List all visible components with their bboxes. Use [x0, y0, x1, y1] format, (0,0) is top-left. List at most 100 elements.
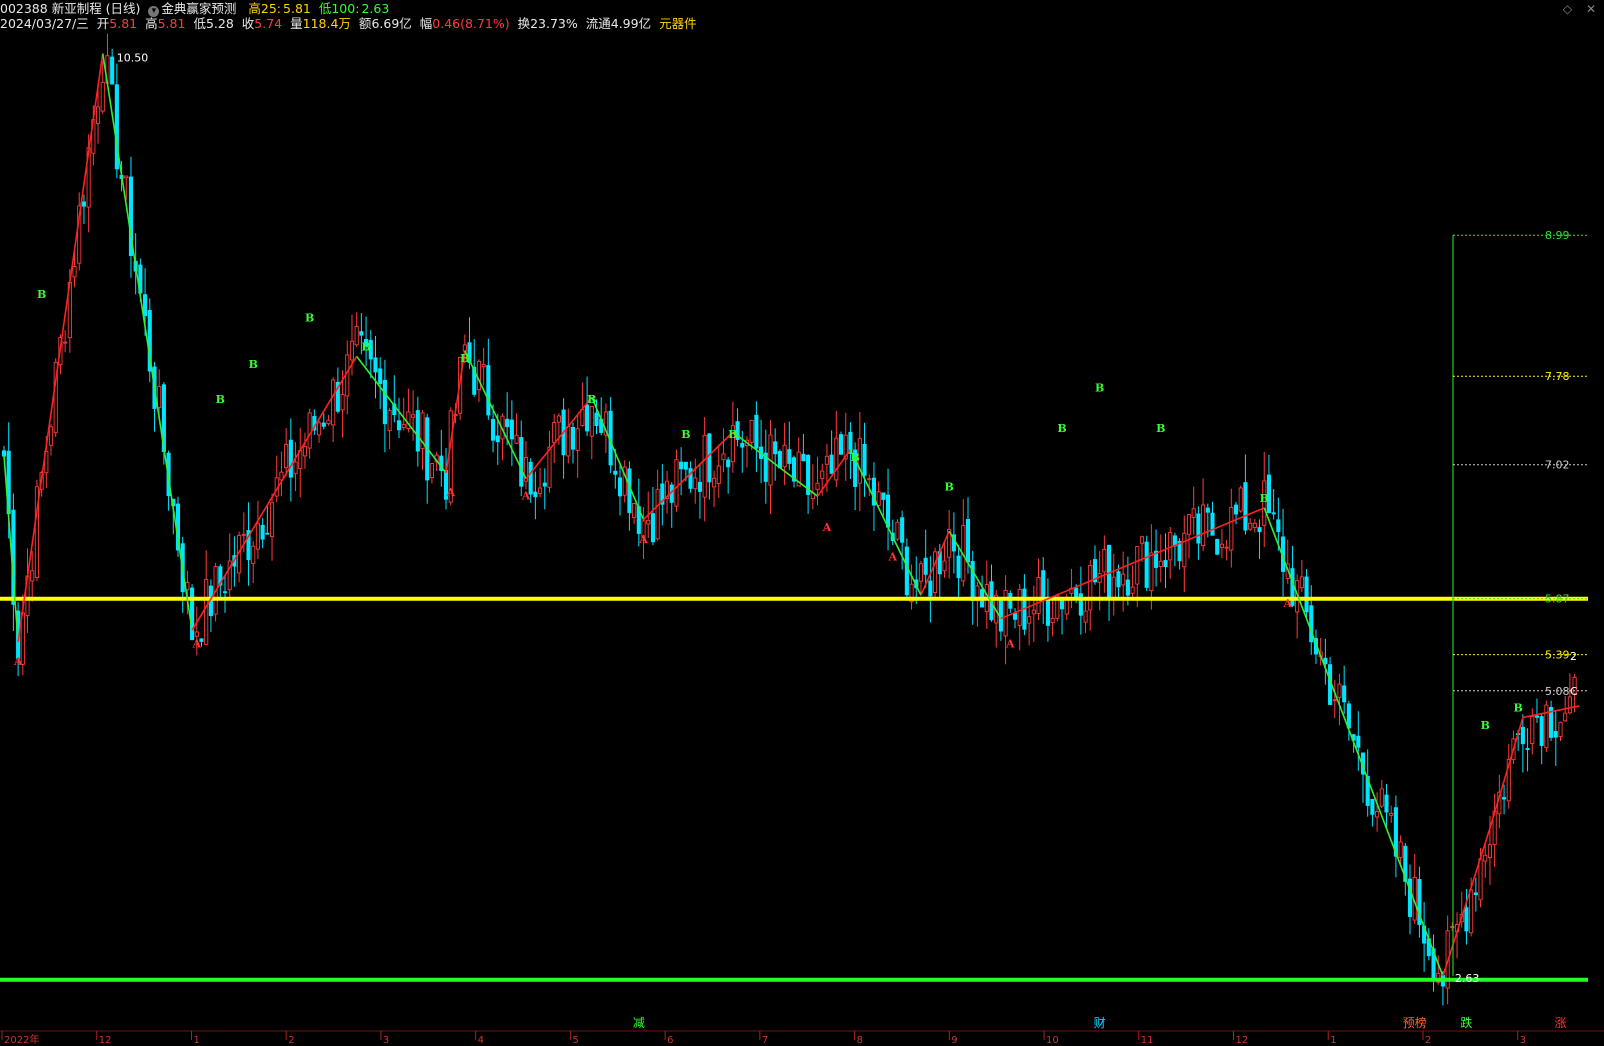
candle-down — [1163, 560, 1168, 567]
candle-up — [481, 364, 486, 368]
zigzag-segment — [591, 396, 645, 520]
target-level-label: 7.02 — [1545, 459, 1570, 472]
candle-up — [95, 106, 101, 124]
candle-up — [1299, 576, 1304, 589]
candle-down — [613, 470, 618, 475]
candle-up — [48, 426, 54, 446]
candle-down — [222, 591, 228, 594]
candle-up — [1191, 508, 1196, 518]
max-price-label: 10.50 — [117, 51, 149, 64]
signal-b-label: B — [945, 480, 954, 493]
target-levels: 8.99 7.78 7.02 5.87 5.39 5.08 — [1452, 229, 1588, 977]
candle-down — [265, 532, 270, 535]
signal-b-label: B — [460, 352, 469, 365]
x-axis-tick-label: 2 — [1425, 1035, 1431, 1046]
candle-up — [349, 340, 355, 361]
signal-b-label: B — [37, 288, 46, 301]
candle-up — [556, 415, 561, 423]
candle-up — [1130, 586, 1135, 594]
candle-down — [373, 357, 378, 373]
candle-up — [411, 414, 416, 418]
candle-up — [895, 521, 900, 540]
x-axis-tick-label: 11 — [1141, 1035, 1154, 1046]
candle-down — [881, 492, 886, 500]
candle-up — [1017, 589, 1022, 626]
event-marker: 财 — [1094, 1016, 1106, 1030]
candle-up — [302, 445, 308, 457]
candle-down — [1407, 878, 1413, 917]
candle-down — [509, 419, 514, 440]
candle-up — [1135, 546, 1140, 585]
candlestick-chart[interactable]: 10.50 2.63 B B B B B B B B B B B B B B B B B A A A A A A A A A 8.99 7… — [0, 0, 1604, 1046]
candle-up — [340, 394, 345, 411]
candle-down — [1356, 735, 1361, 748]
candle-down — [1525, 748, 1530, 750]
candle-down — [396, 420, 402, 431]
signal-a-label: A — [445, 486, 455, 499]
candle-down — [1346, 703, 1351, 729]
candle-down — [956, 555, 961, 579]
zigzag-segment — [356, 355, 447, 474]
candle-down — [81, 201, 86, 207]
candle-down — [288, 439, 293, 478]
candle-down — [1276, 519, 1281, 532]
candles — [1, 33, 1577, 1006]
event-marker: 跌 — [1460, 1015, 1472, 1030]
candle-down — [679, 461, 684, 470]
candle-up — [1563, 712, 1568, 722]
signal-a-label: A — [192, 638, 202, 651]
candle-down — [490, 418, 496, 441]
candle-up — [1379, 788, 1384, 807]
candle-down — [110, 56, 115, 85]
signal-a-label: A — [13, 655, 23, 668]
x-axis-tick-label: 8 — [857, 1035, 863, 1046]
candle-down — [1553, 731, 1558, 738]
candle-up — [1389, 812, 1394, 816]
candle-down — [585, 404, 590, 432]
candle-up — [317, 422, 322, 436]
candle-up — [100, 81, 105, 112]
candle-up — [194, 631, 199, 637]
candle-up — [824, 455, 829, 465]
candle-up — [655, 488, 660, 540]
candle-down — [1309, 605, 1314, 643]
zigzag-segment — [1442, 827, 1491, 977]
candle-up — [1530, 715, 1535, 744]
candle-up — [387, 410, 392, 432]
candle-up — [834, 437, 839, 481]
zigzag-segment — [525, 396, 593, 480]
candle-down — [1041, 570, 1046, 597]
signal-b-label: B — [1514, 702, 1523, 715]
zigzag-segment — [849, 449, 922, 596]
signal-b-label: B — [850, 451, 859, 464]
candle-down — [885, 494, 891, 528]
candle-down — [787, 449, 792, 464]
candle-up — [1487, 844, 1493, 859]
x-axis-tick-label: 6 — [667, 1035, 673, 1046]
candle-up — [918, 563, 924, 582]
signal-a-label: A — [887, 550, 897, 563]
candle-down — [1012, 613, 1018, 620]
candle-up — [1483, 854, 1488, 862]
candle-down — [1304, 576, 1309, 613]
candle-up — [514, 434, 519, 444]
candle-up — [1332, 699, 1337, 702]
candle-down — [838, 434, 844, 455]
candle-up — [1149, 552, 1154, 592]
target-level-label: 8.99 — [1545, 229, 1570, 242]
candle-up — [547, 446, 552, 488]
signal-b-label: B — [361, 341, 370, 354]
candle-up — [30, 570, 35, 582]
candle-up — [1088, 565, 1093, 611]
candle-down — [1144, 541, 1149, 588]
candle-down — [1539, 716, 1544, 746]
candle-down — [1464, 907, 1469, 932]
signal-b-label: B — [587, 393, 596, 406]
candle-down — [260, 524, 265, 540]
candle-up — [933, 551, 938, 593]
candle-up — [1558, 721, 1563, 738]
candle-up — [1229, 506, 1234, 551]
zigzag-segment — [1263, 507, 1444, 977]
candle-down — [777, 451, 782, 469]
candle-up — [401, 424, 406, 428]
